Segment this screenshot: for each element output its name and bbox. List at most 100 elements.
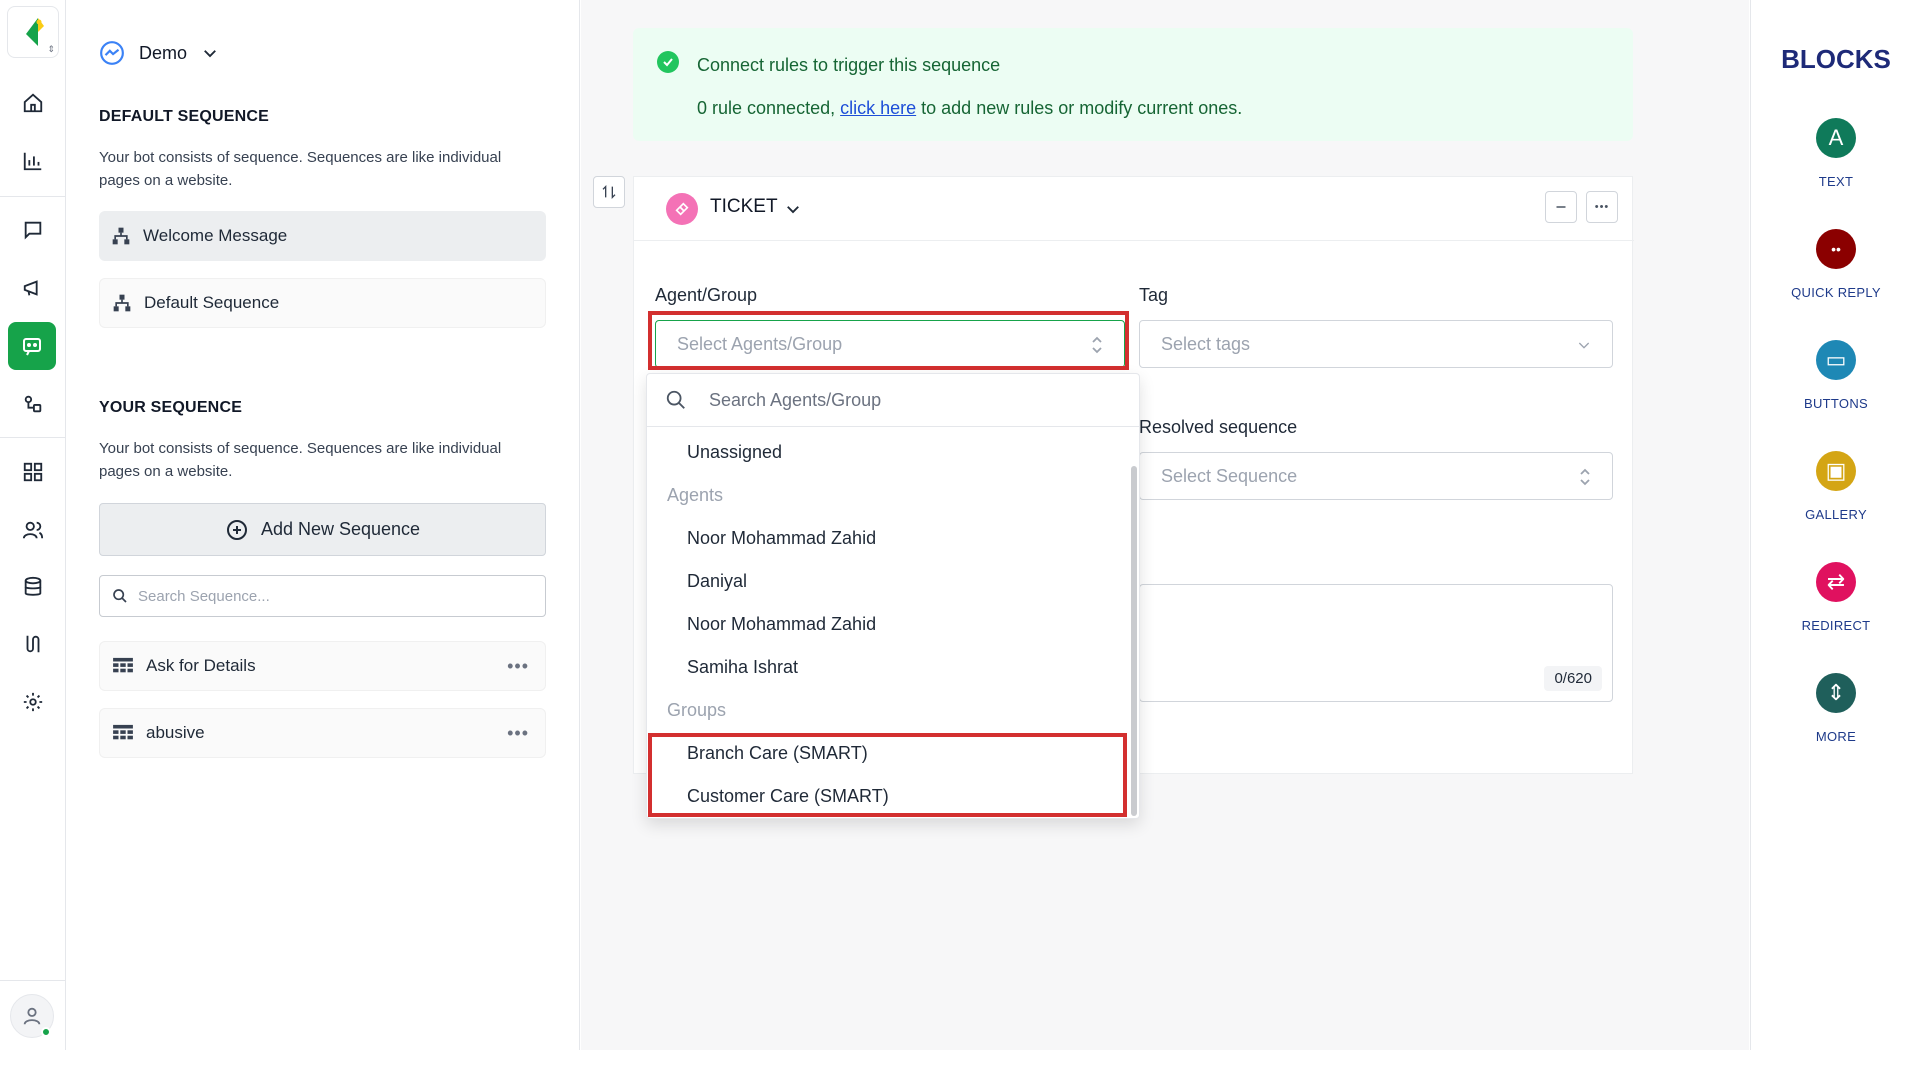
option-agent[interactable]: Noor Mohammad Zahid (687, 614, 876, 635)
chevron-updown-icon (1092, 336, 1102, 354)
quick-reply-icon: •• (1816, 229, 1856, 269)
resolved-sequence-placeholder: Select Sequence (1161, 465, 1298, 486)
option-group[interactable]: Branch Care (SMART) (687, 743, 868, 764)
char-counter: 0/620 (1544, 666, 1602, 691)
click-here-link[interactable]: click here (840, 98, 916, 118)
resolved-sequence-label: Resolved sequence (1139, 417, 1298, 437)
sequence-item-ask-for-details[interactable]: Ask for Details ••• (99, 641, 546, 691)
tag-label: Tag (1139, 285, 1169, 305)
home-icon[interactable] (13, 83, 53, 123)
bot-selector[interactable]: Demo (99, 40, 219, 66)
database-icon[interactable] (13, 567, 53, 607)
sequence-item-label: abusive (146, 723, 205, 742)
user-avatar[interactable] (10, 994, 54, 1038)
option-agent[interactable]: Daniyal (687, 571, 747, 592)
rules-banner-subtitle: 0 rule connected, click here to add new … (697, 98, 1242, 119)
more-options-icon[interactable]: ••• (507, 656, 529, 677)
sequence-item-abusive[interactable]: abusive ••• (99, 708, 546, 758)
message-textarea[interactable]: 0/620 (1139, 584, 1613, 702)
sequence-item-default-sequence[interactable]: Default Sequence (99, 278, 546, 328)
tag-placeholder: Select tags (1161, 333, 1251, 354)
rules-count-text: 0 rule connected, (697, 98, 841, 118)
agent-group-label: Agent/Group (655, 285, 758, 305)
nav-rail: ⇕ (0, 0, 66, 1050)
dropdown-search-box (647, 374, 1139, 427)
add-new-sequence-button[interactable]: Add New Sequence (99, 503, 546, 556)
chevron-updown-icon: ⇕ (47, 44, 55, 54)
swap-vertical-icon (602, 185, 616, 199)
chat-icon[interactable] (13, 210, 53, 250)
broadcast-icon[interactable] (13, 268, 53, 308)
option-unassigned[interactable]: Unassigned (687, 442, 782, 463)
tag-select[interactable]: Select tags (1139, 320, 1613, 368)
group-header-agents: Agents (667, 485, 724, 505)
reorder-button[interactable] (593, 176, 625, 208)
apps-grid-icon[interactable] (13, 452, 53, 492)
buttons-icon: ▭ (1816, 340, 1856, 380)
blocks-title: BLOCKS (1781, 44, 1891, 74)
option-agent[interactable]: Samiha Ishrat (687, 657, 798, 678)
check-circle-icon (657, 51, 679, 73)
ticket-block-header: TICKET ••• (634, 177, 1634, 241)
group-header-groups: Groups (667, 700, 727, 720)
logo-icon (26, 18, 44, 46)
rules-banner-title: Connect rules to trigger this sequence (697, 55, 1001, 75)
blocks-panel: BLOCKS A TEXT •• QUICK REPLY ▭ BUTTONS ▣… (1750, 0, 1920, 1050)
block-label: GALLERY (1805, 507, 1867, 522)
dropdown-search-input[interactable] (709, 389, 1089, 411)
chevron-down-icon[interactable] (784, 195, 802, 223)
search-icon (113, 589, 127, 603)
block-text[interactable]: A TEXT (1751, 118, 1920, 189)
block-buttons[interactable]: ▭ BUTTONS (1751, 340, 1920, 411)
table-icon (113, 724, 133, 740)
option-group[interactable]: Customer Care (SMART) (687, 786, 889, 807)
block-gallery[interactable]: ▣ GALLERY (1751, 451, 1920, 522)
plus-circle-icon (226, 519, 247, 540)
chevron-down-icon (1578, 342, 1590, 349)
workflow-icon[interactable] (13, 624, 53, 664)
settings-icon[interactable] (13, 682, 53, 722)
agent-group-placeholder: Select Agents/Group (677, 333, 843, 354)
table-icon (113, 657, 133, 673)
block-redirect[interactable]: ⇄ REDIRECT (1751, 562, 1920, 633)
block-label: QUICK REPLY (1791, 285, 1881, 300)
block-more[interactable]: ⇕ MORE (1751, 673, 1920, 744)
hierarchy-icon (112, 227, 130, 245)
default-sequence-title: DEFAULT SEQUENCE (99, 108, 270, 125)
sequence-item-label: Ask for Details (146, 656, 256, 675)
block-label: BUTTONS (1804, 396, 1868, 411)
users-icon[interactable] (13, 510, 53, 550)
sequence-search-box (99, 575, 546, 617)
chevron-updown-icon (1580, 468, 1590, 486)
text-icon: A (1816, 118, 1856, 158)
agent-group-dropdown: Unassigned Agents Noor Mohammad Zahid Da… (646, 373, 1140, 819)
add-new-sequence-label: Add New Sequence (260, 519, 421, 539)
block-options-button[interactable]: ••• (1586, 191, 1618, 223)
block-label: REDIRECT (1801, 618, 1871, 633)
bot-builder-icon[interactable] (8, 322, 56, 370)
more-options-icon[interactable]: ••• (507, 723, 529, 744)
option-agent[interactable]: Noor Mohammad Zahid (687, 528, 876, 549)
app-logo[interactable]: ⇕ (7, 6, 59, 58)
rules-banner: Connect rules to trigger this sequence 0… (633, 28, 1633, 141)
dropdown-scrollbar[interactable] (1131, 466, 1137, 816)
agent-group-select[interactable]: Select Agents/Group (655, 320, 1125, 368)
ticket-block-title[interactable]: TICKET (710, 196, 778, 218)
search-icon (666, 390, 685, 409)
more-icon: ⇕ (1816, 673, 1856, 713)
sequence-search-input[interactable] (138, 587, 518, 605)
sequence-item-label: Default Sequence (144, 293, 280, 312)
resolved-sequence-select[interactable]: Select Sequence (1139, 452, 1613, 500)
sequence-item-welcome-message[interactable]: Welcome Message (99, 211, 546, 261)
block-label: TEXT (1818, 174, 1854, 189)
chevron-down-icon (204, 50, 216, 58)
rules-hint-text: to add new rules or modify current ones. (916, 98, 1243, 118)
integrations-icon[interactable] (13, 384, 53, 424)
bot-name: Demo (139, 42, 188, 63)
online-status-dot (41, 1027, 51, 1037)
analytics-icon[interactable] (13, 141, 53, 181)
collapse-button[interactable] (1545, 191, 1577, 223)
minus-icon (1556, 206, 1566, 208)
messenger-icon (100, 41, 124, 65)
block-quick-reply[interactable]: •• QUICK REPLY (1751, 229, 1920, 300)
